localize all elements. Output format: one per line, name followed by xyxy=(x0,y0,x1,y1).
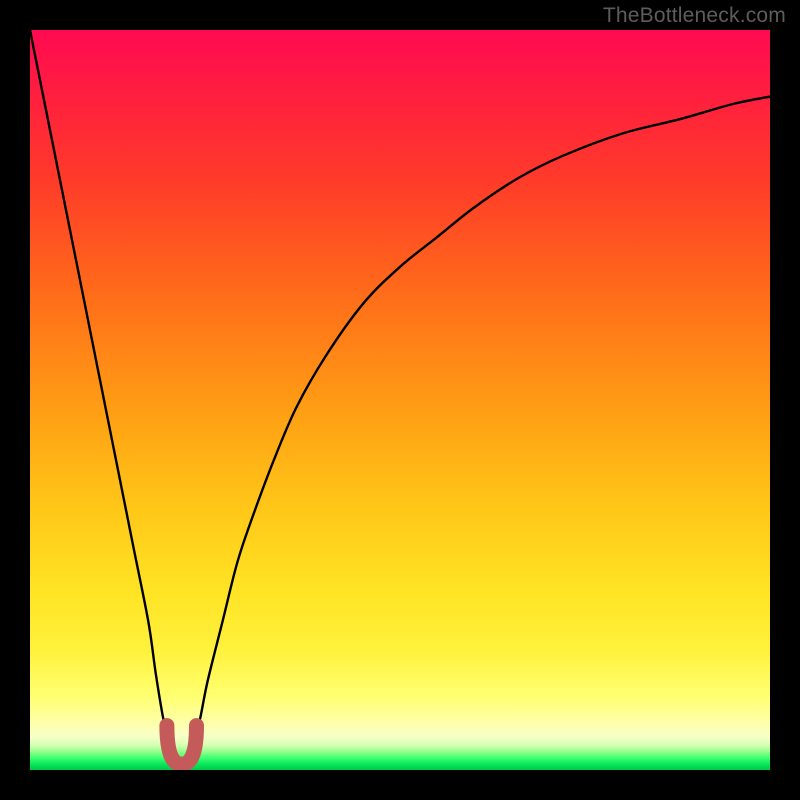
bottleneck-curve xyxy=(30,30,770,764)
chart-plot-area xyxy=(30,30,770,770)
app-frame: TheBottleneck.com xyxy=(0,0,800,800)
watermark-text: TheBottleneck.com xyxy=(603,4,786,28)
chart-svg xyxy=(30,30,770,770)
valley-marker xyxy=(167,726,197,764)
